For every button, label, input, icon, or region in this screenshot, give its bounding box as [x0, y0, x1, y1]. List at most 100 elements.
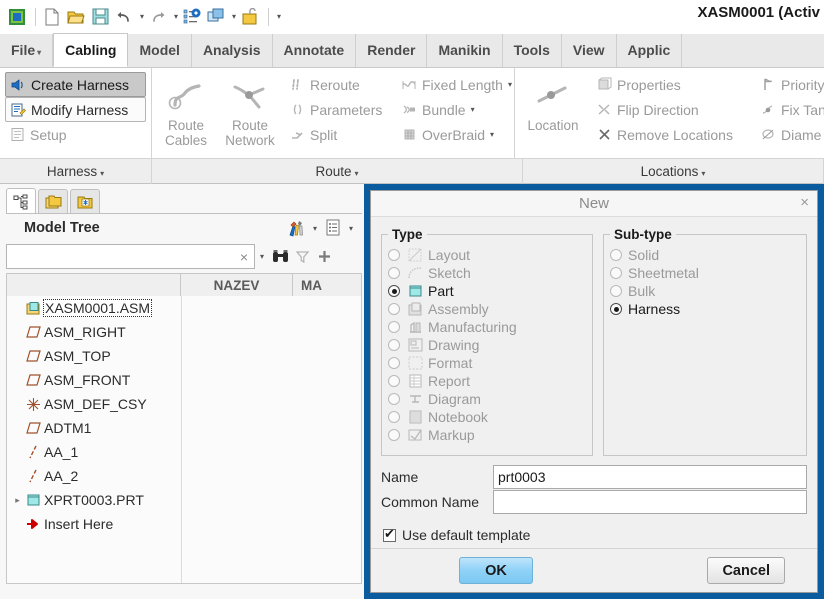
radio-button[interactable]	[388, 267, 400, 279]
parameters-button[interactable]: Parameters	[285, 97, 391, 122]
redo-dropdown-caret[interactable]: ▾	[171, 6, 181, 28]
radio-button[interactable]	[388, 429, 400, 441]
customize-qat-caret[interactable]: ▾	[274, 6, 284, 28]
radio-sheetmetal[interactable]: Sheetmetal	[610, 264, 800, 282]
remove-locations-button[interactable]: Remove Locations	[592, 122, 750, 147]
radio-solid[interactable]: Solid	[610, 246, 800, 264]
search-input[interactable]	[11, 246, 238, 267]
save-icon[interactable]	[89, 6, 111, 28]
table-row[interactable]: ▸ XPRT0003.PRT	[7, 488, 361, 512]
search-history-caret[interactable]: ▾	[260, 252, 264, 261]
radio-button[interactable]	[610, 249, 622, 261]
model-tree-rows[interactable]: XASM0001.ASM ASM_RIGHT ASM_TOP ASM_FRONT	[6, 296, 362, 584]
table-row[interactable]: ASM_RIGHT	[7, 320, 361, 344]
fixed-length-button[interactable]: Fixed Length ▾	[397, 72, 512, 97]
tab-model[interactable]: Model	[128, 34, 192, 67]
priority-button[interactable]: Priority	[756, 72, 824, 97]
clear-search-icon[interactable]: ×	[238, 249, 250, 265]
group-label-harness[interactable]: Harness ▾	[0, 159, 152, 184]
folder-browser-tab[interactable]	[38, 189, 68, 214]
route-network-button[interactable]: Route Network	[218, 72, 282, 156]
tab-tools[interactable]: Tools	[502, 34, 562, 67]
radio-button[interactable]	[388, 285, 400, 297]
create-harness-button[interactable]: Create Harness	[5, 72, 146, 97]
radio-button[interactable]	[610, 303, 622, 315]
regenerate-icon[interactable]	[181, 6, 203, 28]
window-manager-icon[interactable]	[205, 6, 227, 28]
window-dropdown-caret[interactable]: ▾	[229, 6, 239, 28]
redo-icon[interactable]	[147, 6, 169, 28]
row-expander[interactable]: ▸	[11, 495, 24, 506]
group-label-route[interactable]: Route ▾	[152, 159, 523, 184]
radio-button[interactable]	[610, 285, 622, 297]
radio-button[interactable]	[388, 357, 400, 369]
favorites-tab[interactable]	[70, 189, 100, 214]
group-label-locations[interactable]: Locations ▾	[523, 159, 824, 184]
close-window-icon[interactable]	[239, 6, 261, 28]
split-button[interactable]: Split	[285, 122, 391, 147]
undo-icon[interactable]	[113, 6, 135, 28]
radio-diagram[interactable]: Diagram	[388, 390, 586, 408]
table-row[interactable]: Insert Here	[7, 512, 361, 536]
tree-columns-caret[interactable]: ▾	[349, 224, 353, 233]
radio-markup[interactable]: Markup	[388, 426, 586, 444]
bundle-button[interactable]: Bundle ▾	[397, 97, 509, 122]
column-header-ma[interactable]: MA	[293, 274, 361, 296]
radio-button[interactable]	[388, 411, 400, 423]
radio-button[interactable]	[388, 375, 400, 387]
table-row[interactable]: ASM_TOP	[7, 344, 361, 368]
model-tree-tab[interactable]	[6, 188, 36, 214]
tab-cabling[interactable]: Cabling	[53, 33, 129, 67]
close-icon[interactable]: ×	[800, 195, 809, 211]
table-row[interactable]: AA_2	[7, 464, 361, 488]
radio-button[interactable]	[388, 321, 400, 333]
column-header-name[interactable]	[7, 274, 181, 296]
table-row[interactable]: ADTM1	[7, 416, 361, 440]
tab-analysis[interactable]: Analysis	[191, 34, 273, 67]
tab-view[interactable]: View	[561, 34, 617, 67]
tree-filter-tools-icon[interactable]	[286, 217, 308, 239]
radio-button[interactable]	[610, 267, 622, 279]
reroute-button[interactable]: Reroute	[285, 72, 391, 97]
fix-tangent-button[interactable]: Fix Tan	[756, 97, 824, 122]
overbraid-caret[interactable]: ▾	[490, 130, 494, 139]
radio-part[interactable]: Part	[388, 282, 586, 300]
radio-drawing[interactable]: Drawing	[388, 336, 586, 354]
use-default-template-row[interactable]: Use default template	[381, 522, 807, 548]
use-default-template-checkbox[interactable]	[383, 526, 396, 542]
route-cables-button[interactable]: Route Cables	[154, 72, 218, 156]
table-row[interactable]: XASM0001.ASM	[7, 296, 361, 320]
tab-file[interactable]: File ▾	[0, 34, 54, 67]
find-binoculars-icon[interactable]	[269, 246, 291, 268]
filter-funnel-icon[interactable]	[291, 246, 313, 268]
dialog-title-bar[interactable]: New ×	[371, 191, 817, 217]
tab-render[interactable]: Render	[356, 34, 428, 67]
tab-applications[interactable]: Applic	[616, 34, 683, 67]
table-row[interactable]: ASM_DEF_CSY	[7, 392, 361, 416]
add-plus-icon[interactable]	[313, 246, 335, 268]
ok-button[interactable]: OK	[459, 557, 533, 584]
setup-button[interactable]: Setup	[5, 122, 146, 147]
radio-format[interactable]: Format	[388, 354, 586, 372]
undo-dropdown-caret[interactable]: ▾	[137, 6, 147, 28]
radio-manufacturing[interactable]: Manufacturing	[388, 318, 586, 336]
tree-filter-caret[interactable]: ▾	[313, 224, 317, 233]
overbraid-button[interactable]: OverBraid ▾	[397, 122, 509, 147]
radio-bulk[interactable]: Bulk	[610, 282, 800, 300]
new-file-icon[interactable]	[41, 6, 63, 28]
radio-report[interactable]: Report	[388, 372, 586, 390]
open-folder-icon[interactable]	[65, 6, 87, 28]
radio-harness[interactable]: Harness	[610, 300, 800, 318]
tab-annotate[interactable]: Annotate	[272, 34, 357, 67]
search-box[interactable]: ×	[6, 244, 255, 269]
fixed-length-caret[interactable]: ▾	[508, 80, 512, 89]
radio-button[interactable]	[388, 339, 400, 351]
table-row[interactable]: ASM_FRONT	[7, 368, 361, 392]
cancel-button[interactable]: Cancel	[707, 557, 785, 584]
column-header-nazev[interactable]: NAZEV	[181, 274, 293, 296]
app-logo-icon[interactable]	[6, 6, 28, 28]
radio-button[interactable]	[388, 249, 400, 261]
modify-harness-button[interactable]: Modify Harness	[5, 97, 146, 122]
radio-button[interactable]	[388, 393, 400, 405]
location-button[interactable]: Location	[517, 72, 589, 156]
